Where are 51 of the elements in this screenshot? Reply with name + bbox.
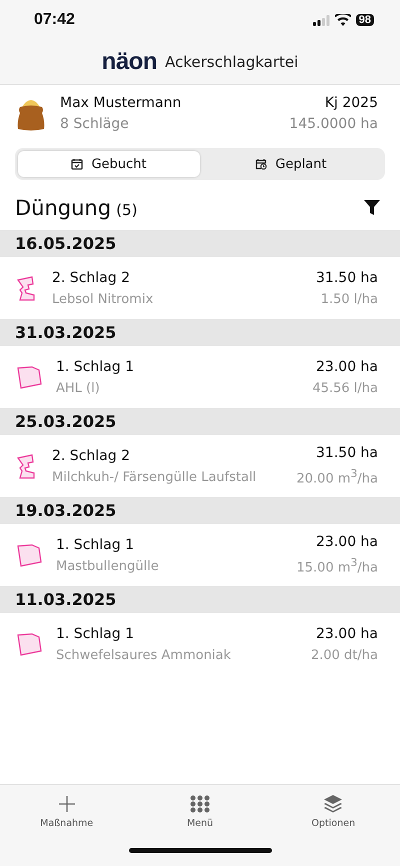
battery-level: 98: [356, 14, 374, 26]
nav-button[interactable]: Optionen: [266, 793, 400, 830]
layers-icon: [323, 794, 344, 814]
date-label: 31.03.2025: [15, 323, 116, 342]
application-rate: 2.00 dt/ha: [310, 648, 378, 662]
product-name: AHL (l): [56, 380, 101, 396]
status-time: 07:42: [34, 11, 75, 29]
product-name: Mastbullengülle: [56, 558, 160, 574]
application-rate: 20.00 m$^{3}$/ha: [296, 467, 378, 487]
product-name: Milchkuh-/ Färsengülle Laufstall: [52, 470, 258, 484]
field-area: 31.50 ha: [316, 445, 378, 462]
application-rate: 15.00 m$^{3}$/ha: [296, 556, 378, 576]
logo: näon: [102, 48, 157, 76]
field-area: 31.50 ha: [316, 270, 378, 286]
section-title: Düngung: [15, 196, 112, 220]
plus-icon: [58, 796, 75, 812]
total-area: 145.0000 ha: [289, 116, 378, 132]
field-shape-icon: [16, 632, 42, 656]
date-label: 25.03.2025: [15, 412, 116, 431]
field-area: 23.00 ha: [316, 626, 378, 642]
field-name[interactable]: 1. Schlag 1: [56, 626, 297, 642]
calendar-clock-icon: [255, 158, 268, 170]
calendar-check-icon: [71, 158, 84, 170]
date-label: 16.05.2025: [15, 234, 116, 253]
product-name: Schwefelsaures Ammoniak: [56, 648, 232, 662]
field-shape-icon: [16, 364, 42, 390]
signal-icon: [312, 14, 330, 26]
field-name[interactable]: 2. Schlag 2: [52, 448, 282, 464]
field-name[interactable]: 1. Schlag 1: [56, 358, 298, 374]
date-label: 11.03.2025: [15, 590, 116, 609]
menu-grid-icon: [190, 795, 210, 813]
crop-year: Kj 2025: [324, 95, 378, 111]
field-count: 8 Schläge: [60, 116, 130, 132]
field-name[interactable]: 1. Schlag 1: [56, 536, 282, 552]
tab[interactable]: Geplant: [200, 151, 382, 177]
nav-button[interactable]: Menü: [133, 793, 267, 830]
filter-icon[interactable]: [364, 200, 380, 216]
field-area: 23.00 ha: [316, 358, 378, 374]
field-area: 23.00 ha: [316, 534, 378, 550]
field-shape-icon: [16, 542, 42, 568]
app-title: Ackerschlagkartei: [165, 53, 298, 71]
nav-button[interactable]: Maßnahme: [0, 793, 134, 830]
field-name[interactable]: 2. Schlag 2: [52, 270, 302, 286]
wifi-icon: [334, 14, 351, 26]
farmer-name: Max Mustermann: [60, 95, 182, 111]
application-rate: 1.50 l/ha: [320, 292, 378, 306]
tab[interactable]: Gebucht: [18, 151, 200, 177]
date-label: 19.03.2025: [15, 501, 116, 520]
product-name: Lebsol Nitromix: [52, 292, 154, 306]
application-rate: 45.56 l/ha: [312, 380, 378, 396]
entry-count: (5): [116, 201, 138, 219]
